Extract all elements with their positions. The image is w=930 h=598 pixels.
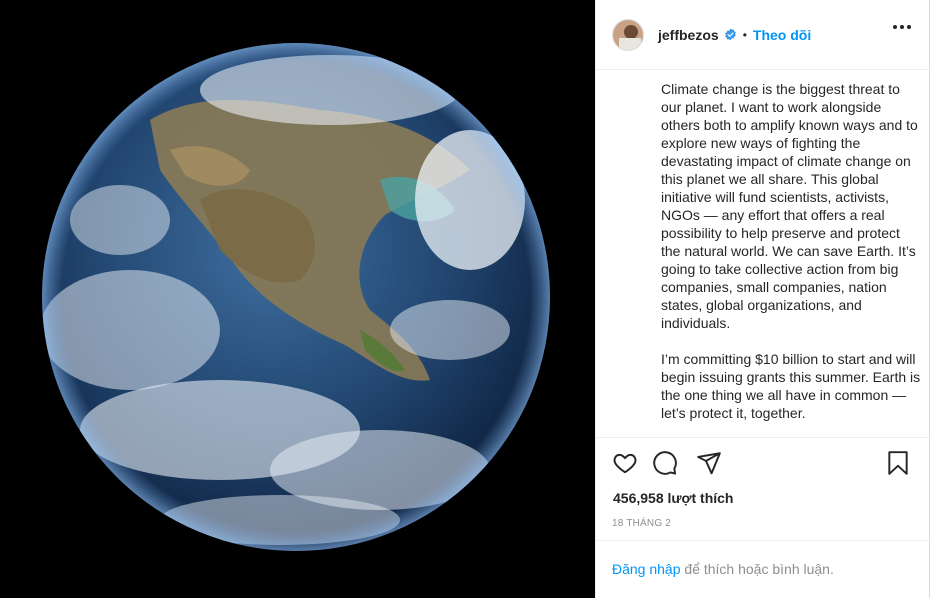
earth-image [0, 0, 595, 598]
post-sidebar: jeffbezos • Theo dõi Climate change is t… [595, 0, 930, 598]
post-date[interactable]: 18 THÁNG 2 [612, 518, 671, 529]
verified-badge-icon [724, 28, 737, 41]
header-text: jeffbezos • Theo dõi [658, 27, 811, 43]
username-link[interactable]: jeffbezos [658, 27, 719, 43]
post-caption: Climate change is the biggest threat to … [661, 80, 923, 440]
login-text: để thích hoặc bình luận. [680, 561, 834, 577]
caption-paragraph: I’m committing $10 billion to start and … [661, 351, 921, 421]
separator-dot: • [742, 27, 747, 42]
likes-count[interactable]: 456,958 lượt thích [613, 490, 733, 506]
login-link[interactable]: Đăng nhập [612, 561, 681, 577]
actions-divider [596, 437, 929, 438]
comment-icon[interactable] [652, 450, 678, 481]
action-bar [612, 450, 917, 480]
post-image[interactable] [0, 0, 595, 598]
login-prompt: Đăng nhập để thích hoặc bình luận. [612, 561, 834, 577]
more-options-icon[interactable] [893, 25, 911, 29]
footer-divider [596, 540, 929, 541]
caption-paragraph: Climate change is the biggest threat to … [661, 81, 918, 331]
instagram-post: jeffbezos • Theo dõi Climate change is t… [0, 0, 930, 598]
avatar[interactable] [612, 18, 644, 51]
follow-button[interactable]: Theo dõi [753, 27, 811, 43]
avatar-image [613, 19, 643, 50]
post-header: jeffbezos • Theo dõi [596, 0, 929, 70]
heart-icon[interactable] [612, 450, 638, 481]
bookmark-icon[interactable] [885, 450, 911, 481]
share-icon[interactable] [696, 450, 722, 481]
